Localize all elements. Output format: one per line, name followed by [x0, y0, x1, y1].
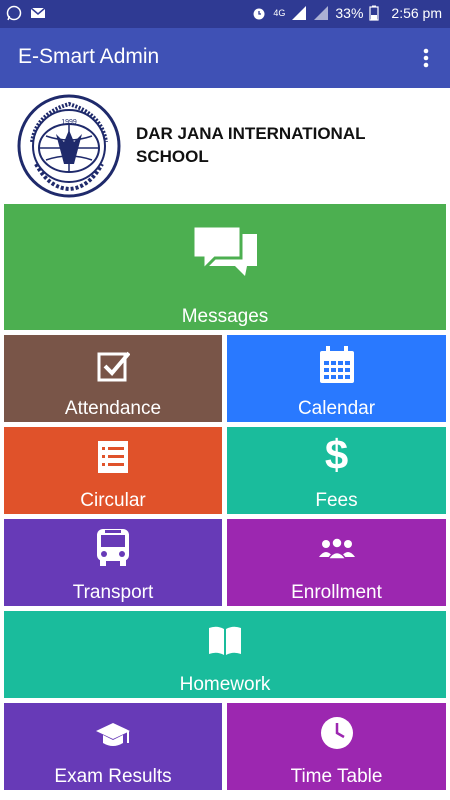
calendar-tile[interactable]: Calendar	[227, 335, 446, 422]
enrollment-tile[interactable]: Enrollment	[227, 519, 446, 606]
overflow-menu-button[interactable]	[412, 44, 440, 72]
dollar-icon: $	[324, 431, 349, 478]
more-vert-icon	[423, 48, 429, 68]
transport-tile[interactable]: Transport	[4, 519, 222, 606]
app-title: E-Smart Admin	[18, 45, 160, 68]
homework-label: Homework	[179, 674, 271, 695]
attendance-tile[interactable]: Attendance	[4, 335, 222, 422]
clock-icon	[319, 715, 355, 756]
signal-icon-2	[313, 5, 329, 21]
messages-label: Messages	[181, 306, 269, 327]
logo-year: 1999	[61, 119, 77, 126]
signal-icon	[291, 5, 307, 21]
calendar-label: Calendar	[297, 398, 376, 419]
school-header: 1999 DAR JANA INTERNATIONAL SCHOOL	[0, 88, 450, 200]
time-table-tile[interactable]: Time Table	[227, 703, 446, 790]
book-icon	[208, 625, 242, 662]
enrollment-label: Enrollment	[291, 582, 382, 603]
fees-tile[interactable]: $ Fees	[227, 427, 446, 514]
circular-tile[interactable]: Circular	[4, 427, 222, 514]
calendar-icon	[318, 345, 356, 390]
status-bar: 4G 33% 2:56 pm	[0, 0, 450, 28]
exam-results-label: Exam Results	[54, 766, 172, 787]
alarm-icon	[251, 5, 267, 21]
group-icon	[318, 537, 355, 566]
attendance-label: Attendance	[64, 398, 162, 419]
list-document-icon	[98, 441, 128, 478]
homework-tile[interactable]: Homework	[4, 611, 446, 698]
battery-icon	[369, 5, 385, 21]
school-logo: 1999	[14, 94, 124, 198]
app-bar: E-Smart Admin	[0, 28, 450, 88]
chat-bubbles-icon	[191, 224, 259, 291]
checkbox-icon	[96, 349, 131, 388]
time-table-label: Time Table	[290, 766, 383, 787]
fees-label: Fees	[315, 490, 358, 511]
transport-label: Transport	[72, 582, 154, 603]
exam-results-tile[interactable]: Exam Results	[4, 703, 222, 790]
whatsapp-icon	[6, 5, 22, 21]
messages-tile[interactable]: Messages	[4, 204, 446, 330]
school-name: DAR JANA INTERNATIONAL SCHOOL	[136, 124, 366, 166]
mail-icon	[30, 5, 46, 21]
network-type: 4G	[273, 8, 286, 18]
bus-icon	[95, 527, 131, 572]
battery-percent: 33%	[335, 5, 364, 21]
graduation-cap-icon	[95, 721, 131, 756]
clock: 2:56 pm	[391, 5, 442, 21]
circular-label: Circular	[80, 490, 146, 511]
